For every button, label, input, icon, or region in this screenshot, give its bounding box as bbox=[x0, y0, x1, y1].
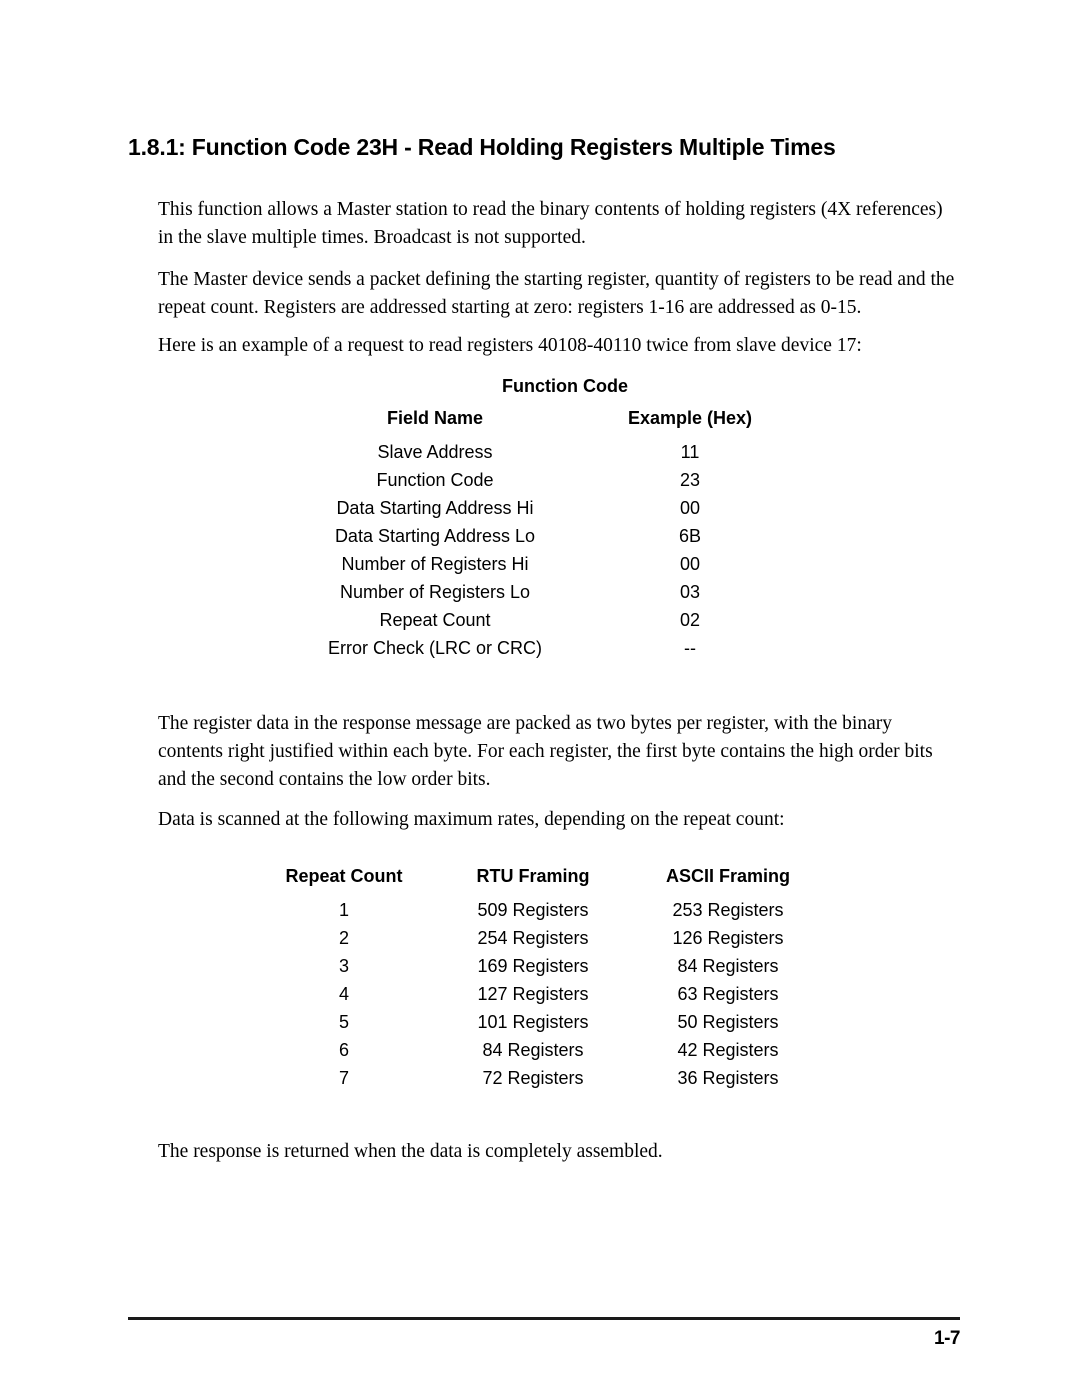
table-row: Data Starting Address Hi 00 bbox=[310, 494, 820, 522]
cell-ascii-framing: 253 Registers bbox=[672, 900, 784, 920]
cell-repeat-count: 2 bbox=[338, 928, 349, 948]
cell-field-name: Data Starting Address Lo bbox=[334, 526, 536, 546]
paragraph-master-device: The Master device sends a packet definin… bbox=[158, 268, 955, 318]
cell-repeat-count: 3 bbox=[338, 956, 349, 976]
paragraph-intro: This function allows a Master station to… bbox=[158, 198, 943, 248]
scan-rate-table-header-row: Repeat Count RTU Framing ASCII Framing bbox=[250, 862, 828, 896]
function-code-table-head: Function Code Field Name Example (Hex) bbox=[310, 372, 820, 438]
column-header-repeat-count: Repeat Count bbox=[285, 866, 403, 886]
column-header-example-hex: Example (Hex) bbox=[627, 408, 753, 428]
footer-page-number: 1-7 bbox=[934, 1328, 960, 1349]
cell-field-name: Data Starting Address Hi bbox=[336, 498, 534, 518]
document-page: 1.8.1: Function Code 23H - Read Holding … bbox=[0, 0, 1080, 1397]
cell-example-hex: -- bbox=[684, 638, 696, 658]
cell-rtu-framing: 72 Registers bbox=[482, 1068, 584, 1088]
cell-field-name: Error Check (LRC or CRC) bbox=[327, 638, 543, 658]
cell-example-hex: 00 bbox=[679, 554, 701, 574]
table-row: 2 254 Registers 126 Registers bbox=[250, 924, 828, 952]
cell-rtu-framing: 101 Registers bbox=[477, 1012, 589, 1032]
scan-rate-table-head: Repeat Count RTU Framing ASCII Framing bbox=[250, 862, 828, 896]
scan-rate-table: Repeat Count RTU Framing ASCII Framing 1… bbox=[250, 862, 828, 1092]
paragraph-response: The response is returned when the data i… bbox=[158, 1140, 663, 1162]
cell-field-name: Function Code bbox=[376, 470, 494, 490]
function-code-table: Function Code Field Name Example (Hex) S… bbox=[310, 372, 820, 662]
cell-ascii-framing: 126 Registers bbox=[672, 928, 784, 948]
page-title: 1.8.1: Function Code 23H - Read Holding … bbox=[128, 134, 836, 161]
column-header-ascii-framing: ASCII Framing bbox=[665, 866, 790, 886]
cell-example-hex: 11 bbox=[680, 442, 700, 462]
cell-example-hex: 6B bbox=[678, 526, 702, 546]
function-code-table-header-row: Field Name Example (Hex) bbox=[310, 404, 820, 438]
cell-rtu-framing: 127 Registers bbox=[477, 984, 589, 1004]
table-row: Repeat Count 02 bbox=[310, 606, 820, 634]
cell-field-name: Repeat Count bbox=[379, 610, 491, 630]
cell-ascii-framing: 84 Registers bbox=[677, 956, 779, 976]
cell-example-hex: 23 bbox=[679, 470, 701, 490]
column-header-field-name: Field Name bbox=[386, 408, 484, 428]
table-row: 3 169 Registers 84 Registers bbox=[250, 952, 828, 980]
table-row: Data Starting Address Lo 6B bbox=[310, 522, 820, 550]
cell-ascii-framing: 63 Registers bbox=[677, 984, 779, 1004]
cell-rtu-framing: 84 Registers bbox=[482, 1040, 584, 1060]
function-code-table-title-row: Function Code bbox=[310, 372, 820, 404]
table-row: Slave Address 11 bbox=[310, 438, 820, 466]
cell-repeat-count: 4 bbox=[338, 984, 349, 1004]
paragraph-packed-data: The register data in the response messag… bbox=[158, 712, 933, 790]
cell-field-name: Number of Registers Lo bbox=[339, 582, 531, 602]
table-row: Error Check (LRC or CRC) -- bbox=[310, 634, 820, 662]
cell-ascii-framing: 36 Registers bbox=[677, 1068, 779, 1088]
table-row: 5 101 Registers 50 Registers bbox=[250, 1008, 828, 1036]
cell-repeat-count: 5 bbox=[338, 1012, 349, 1032]
cell-example-hex: 00 bbox=[679, 498, 701, 518]
table-row: Number of Registers Lo 03 bbox=[310, 578, 820, 606]
cell-rtu-framing: 509 Registers bbox=[477, 900, 589, 920]
table-row: Function Code 23 bbox=[310, 466, 820, 494]
table-row: 1 509 Registers 253 Registers bbox=[250, 896, 828, 924]
function-code-table-title: Function Code bbox=[502, 376, 628, 396]
cell-ascii-framing: 42 Registers bbox=[677, 1040, 779, 1060]
cell-field-name: Number of Registers Hi bbox=[341, 554, 529, 574]
column-header-rtu-framing: RTU Framing bbox=[476, 866, 590, 886]
cell-rtu-framing: 169 Registers bbox=[477, 956, 589, 976]
cell-example-hex: 03 bbox=[679, 582, 701, 602]
function-code-table-body: Slave Address 11 Function Code 23 Data S… bbox=[310, 438, 820, 662]
cell-example-hex: 02 bbox=[679, 610, 701, 630]
table-row: 7 72 Registers 36 Registers bbox=[250, 1064, 828, 1092]
scan-rate-table-body: 1 509 Registers 253 Registers 2 254 Regi… bbox=[250, 896, 828, 1092]
cell-repeat-count: 1 bbox=[338, 900, 349, 920]
cell-repeat-count: 6 bbox=[338, 1040, 349, 1060]
cell-field-name: Slave Address bbox=[377, 442, 493, 462]
paragraph-example-intro: Here is an example of a request to read … bbox=[158, 334, 862, 356]
paragraph-scan-rates-intro: Data is scanned at the following maximum… bbox=[158, 808, 785, 830]
footer-divider bbox=[128, 1317, 960, 1320]
cell-rtu-framing: 254 Registers bbox=[477, 928, 589, 948]
table-row: 6 84 Registers 42 Registers bbox=[250, 1036, 828, 1064]
table-row: Number of Registers Hi 00 bbox=[310, 550, 820, 578]
cell-repeat-count: 7 bbox=[338, 1068, 349, 1088]
cell-ascii-framing: 50 Registers bbox=[677, 1012, 779, 1032]
table-row: 4 127 Registers 63 Registers bbox=[250, 980, 828, 1008]
